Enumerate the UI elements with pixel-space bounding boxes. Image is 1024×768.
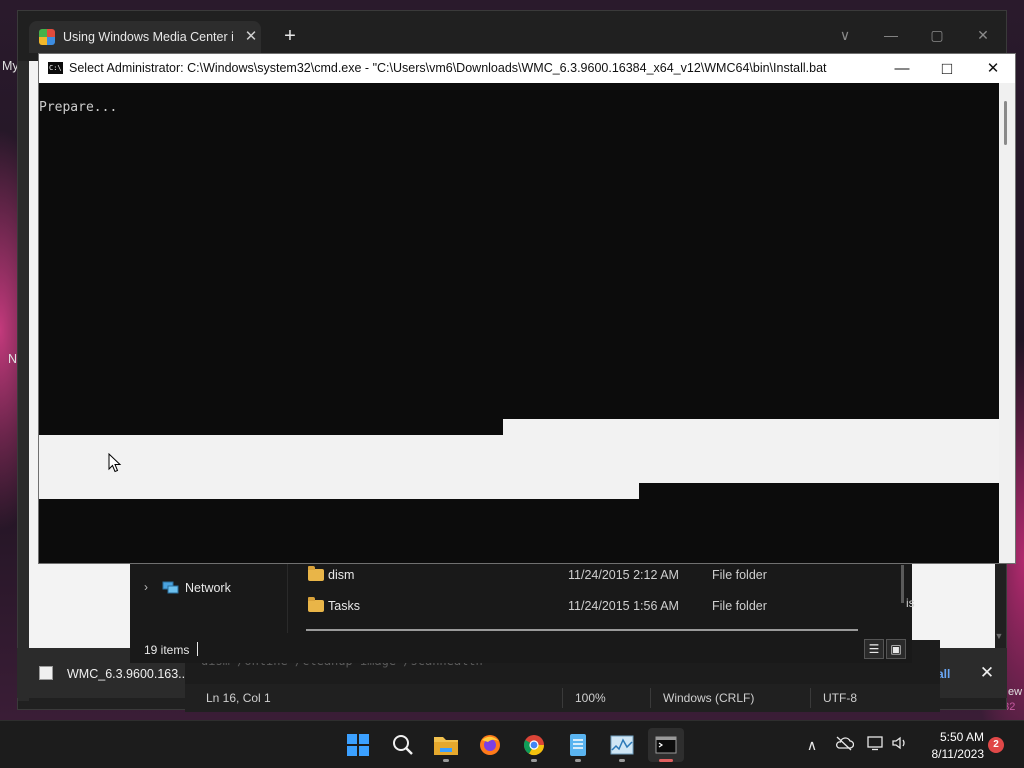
notepad-status-bar: Ln 16, Col 1 100% Windows (CRLF) UTF-8 [185,684,940,712]
running-indicator [531,759,537,762]
status-divider [650,688,651,708]
network-status-icon[interactable] [865,735,887,755]
desktop-label-left-mid: N [8,352,18,366]
status-divider [810,688,811,708]
cmd-window-title: Select Administrator: C:\Windows\system3… [69,61,827,75]
tiles-view-icon[interactable]: ▣ [886,639,906,659]
file-date: 11/24/2015 2:12 AM [568,568,679,582]
cmd-minimize-icon[interactable]: — [882,58,922,80]
console-output-text: Prepare... [39,100,118,115]
text-encoding: UTF-8 [823,691,857,705]
taskbar-chrome[interactable] [516,728,552,762]
vertical-scrollbar[interactable] [901,565,904,603]
cmd-app-icon: C:\ [48,62,63,74]
explorer-status-bar: 19 items ☰ ▣ [130,633,912,663]
new-tab-icon[interactable]: + [280,25,300,47]
resource-monitor-icon [610,735,634,755]
file-row[interactable]: dism 11/24/2015 2:12 AM File folder [298,566,898,590]
status-divider [562,688,563,708]
file-type: File folder [712,568,767,582]
notification-count-badge[interactable]: 2 [988,737,1004,753]
clipped-text: is [906,596,915,610]
horizontal-scrollbar[interactable] [306,629,858,631]
show-hidden-icons-chevron-icon[interactable]: ∧ [801,735,823,755]
file-explorer-icon [434,737,458,755]
browser-tab[interactable]: Using Windows Media Center in ✕ [29,21,261,53]
download-file-name[interactable]: WMC_6.3.9600.163... [67,667,189,681]
taskbar: ∧ 5:50 AM 8/11/2023 2 [0,720,1024,768]
nav-item-label: Network [185,581,231,595]
volume-icon[interactable] [889,735,911,755]
notepad-icon [570,734,586,756]
zoom-level: 100% [575,691,606,705]
cmd-vertical-scrollbar[interactable] [999,83,1015,563]
cmd-window: C:\ Select Administrator: C:\Windows\sys… [38,53,1016,564]
start-button[interactable] [340,728,376,762]
clock-time[interactable]: 5:50 AM [926,730,984,744]
navigation-pane: › Network [130,563,288,633]
chrome-icon [523,735,545,756]
taskbar-search-button[interactable] [385,728,421,762]
file-date: 11/24/2015 1:56 AM [568,599,679,613]
network-icon [162,581,180,595]
folder-icon [308,597,324,612]
browser-minimize-icon[interactable]: — [876,23,906,47]
nav-item-network[interactable]: › Network [140,580,280,600]
search-icon [393,735,413,755]
cursor-position: Ln 16, Col 1 [206,691,271,705]
running-indicator [575,759,581,762]
line-ending: Windows (CRLF) [663,691,755,705]
browser-tab-title: Using Windows Media Center in [63,30,233,44]
taskbar-firefox[interactable] [472,728,508,762]
archive-file-icon [39,666,53,680]
file-name: dism [328,568,355,582]
chevron-right-icon[interactable]: › [144,580,148,594]
cmd-title-bar[interactable]: C:\ Select Administrator: C:\Windows\sys… [39,54,1015,83]
terminal-icon [655,736,677,754]
folder-icon [308,566,324,581]
scroll-thumb[interactable] [1004,101,1007,145]
details-view-icon[interactable]: ☰ [864,639,884,659]
running-indicator [619,759,625,762]
taskbar-resource-monitor[interactable] [604,728,640,762]
tab-close-icon[interactable]: ✕ [241,27,261,47]
render-artifact [39,483,639,499]
browser-close-icon[interactable]: ✕ [968,23,998,47]
windows-media-center-icon [39,29,55,45]
taskbar-terminal[interactable] [648,728,684,762]
cmd-close-icon[interactable]: ✕ [973,58,1013,80]
desktop-label-right-top: ew [1008,686,1023,698]
file-name: Tasks [328,599,360,613]
active-indicator [659,759,673,762]
browser-maximize-icon[interactable]: ▢ [922,23,952,47]
file-explorer-window: › Network dism 11/24/2015 2:12 AM File f… [130,563,915,663]
status-divider [197,642,198,656]
firefox-icon [480,735,500,755]
clock-date[interactable]: 8/11/2023 [920,747,985,761]
tab-search-chevron-icon[interactable]: ∨ [830,23,860,47]
taskbar-file-explorer[interactable] [428,728,464,762]
scroll-down-arrow-icon[interactable]: ▼ [992,631,1006,645]
onedrive-offline-icon[interactable] [833,735,855,755]
browser-left-strip [18,61,29,701]
console-output-area[interactable]: Prepare... [39,83,999,563]
cmd-maximize-icon[interactable]: □ [927,58,967,80]
render-artifact [503,419,999,435]
file-row[interactable]: Tasks 11/24/2015 1:56 AM File folder [298,597,898,621]
render-artifact [39,435,999,483]
file-type: File folder [712,599,767,613]
item-count: 19 items [144,643,190,657]
running-indicator [443,759,449,762]
windows-start-icon [347,734,369,756]
download-bar-close-icon[interactable]: ✕ [977,663,997,683]
mouse-pointer-icon [108,452,122,473]
taskbar-notepad[interactable] [560,728,596,762]
